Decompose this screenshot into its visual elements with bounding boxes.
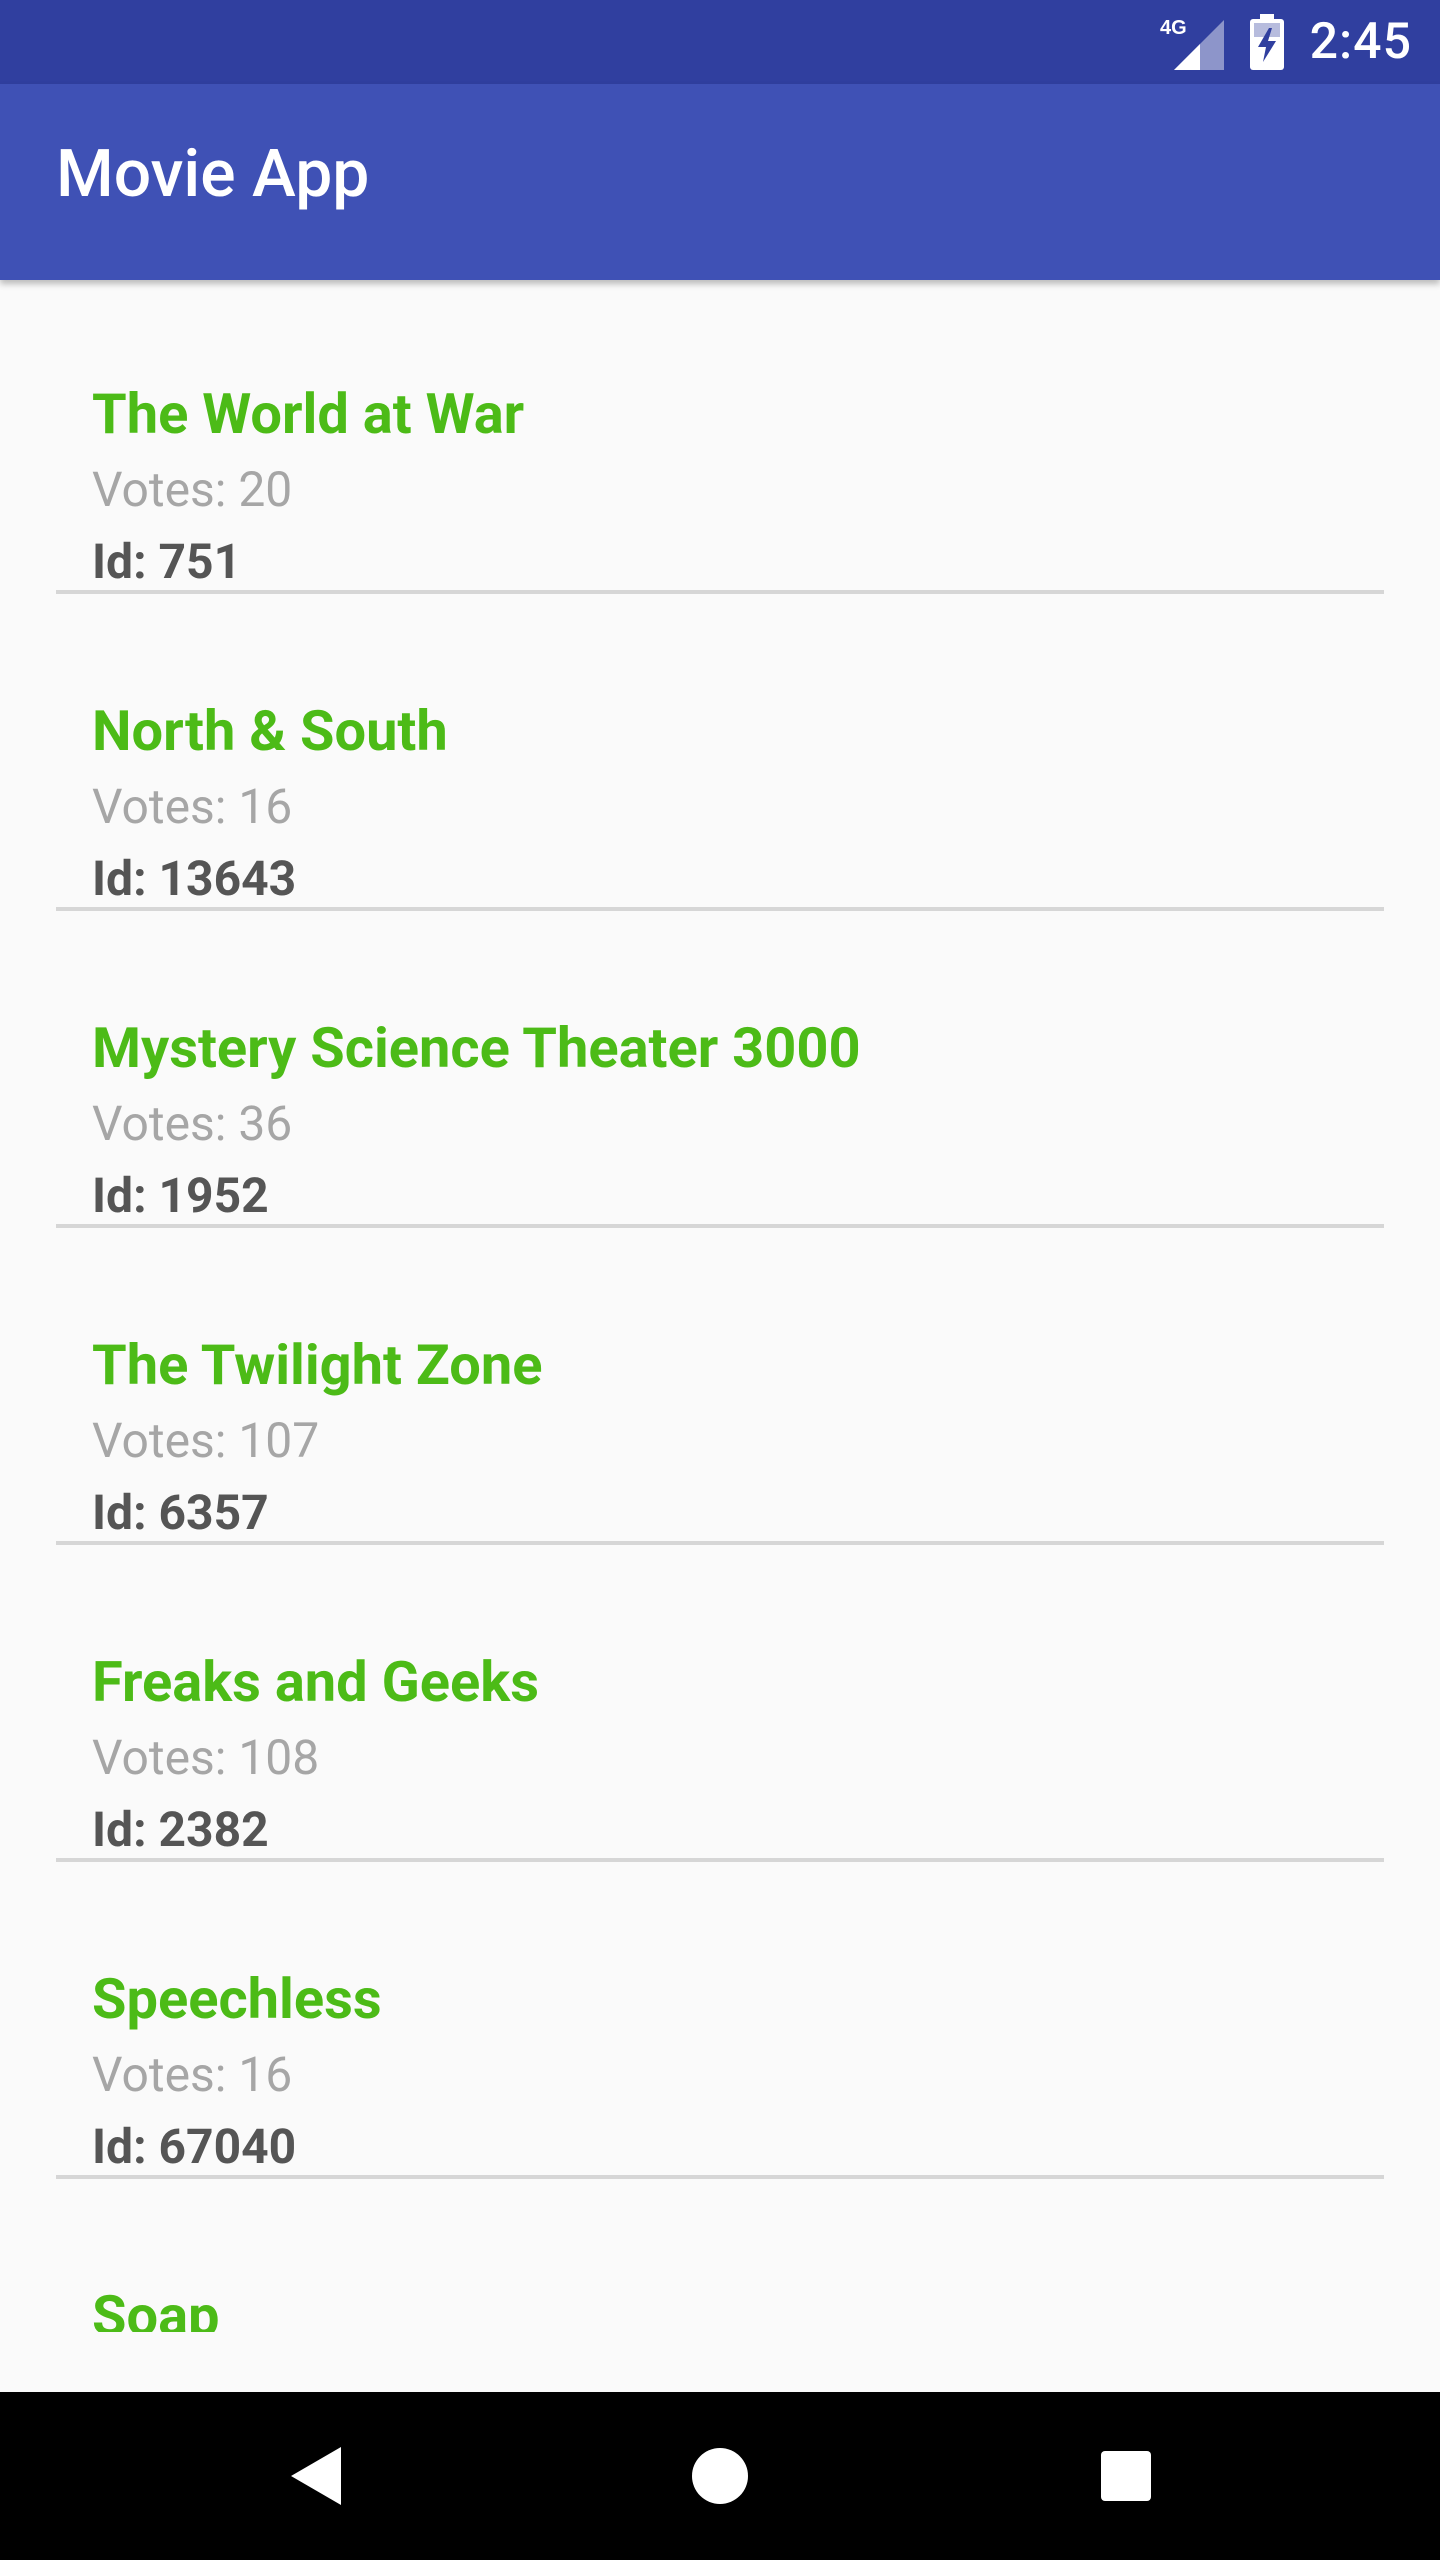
movie-id: Id: 6357 bbox=[92, 1484, 269, 1541]
movie-id: Id: 2382 bbox=[92, 1801, 269, 1858]
movie-votes: Votes: 108 bbox=[92, 1729, 320, 1786]
movie-id: Id: 1952 bbox=[92, 1167, 269, 1224]
movie-title: North & South bbox=[92, 698, 448, 764]
list-item[interactable]: Freaks and Geeks Votes: 108 Id: 2382 bbox=[56, 1548, 1384, 1862]
battery-charging-icon bbox=[1249, 14, 1284, 70]
app-title: Movie App bbox=[56, 136, 370, 213]
list-item[interactable]: Soap bbox=[56, 2182, 1384, 2332]
signal-4g-icon: 4G bbox=[1160, 17, 1224, 70]
status-icons: 4G 2:45 bbox=[1160, 0, 1412, 84]
list-item[interactable]: Speechless Votes: 16 Id: 67040 bbox=[56, 1865, 1384, 2179]
movie-votes: Votes: 16 bbox=[92, 2046, 293, 2103]
movie-votes: Votes: 20 bbox=[92, 461, 293, 518]
movie-votes: Votes: 16 bbox=[92, 778, 293, 835]
movie-title: Soap bbox=[92, 2283, 220, 2332]
movie-list[interactable]: The World at War Votes: 20 Id: 751 North… bbox=[56, 280, 1384, 2332]
movie-title: Freaks and Geeks bbox=[92, 1649, 539, 1715]
movie-id: Id: 751 bbox=[92, 533, 242, 590]
movie-id: Id: 67040 bbox=[92, 2118, 297, 2175]
home-button[interactable] bbox=[636, 2392, 804, 2560]
home-circle-icon bbox=[692, 2448, 748, 2504]
movie-id: Id: 13643 bbox=[92, 850, 297, 907]
list-item[interactable]: The Twilight Zone Votes: 107 Id: 6357 bbox=[56, 1231, 1384, 1545]
movie-votes: Votes: 107 bbox=[92, 1412, 320, 1469]
recents-button[interactable] bbox=[1042, 2392, 1210, 2560]
movie-votes: Votes: 36 bbox=[92, 1095, 293, 1152]
network-type-label: 4G bbox=[1160, 17, 1187, 39]
list-item[interactable]: The World at War Votes: 20 Id: 751 bbox=[56, 280, 1384, 594]
app-bar: Movie App bbox=[0, 84, 1440, 280]
movie-title: The Twilight Zone bbox=[92, 1332, 543, 1398]
movie-title: Speechless bbox=[92, 1966, 382, 2032]
status-bar: 4G 2:45 bbox=[0, 0, 1440, 84]
recents-square-icon bbox=[1101, 2451, 1151, 2501]
navigation-bar bbox=[0, 2392, 1440, 2560]
back-button[interactable] bbox=[232, 2392, 400, 2560]
movie-title: The World at War bbox=[92, 381, 525, 447]
list-item[interactable]: North & South Votes: 16 Id: 13643 bbox=[56, 597, 1384, 911]
status-time: 2:45 bbox=[1309, 13, 1412, 71]
back-triangle-icon bbox=[291, 2447, 341, 2505]
list-item[interactable]: Mystery Science Theater 3000 Votes: 36 I… bbox=[56, 914, 1384, 1228]
movie-title: Mystery Science Theater 3000 bbox=[92, 1015, 861, 1081]
